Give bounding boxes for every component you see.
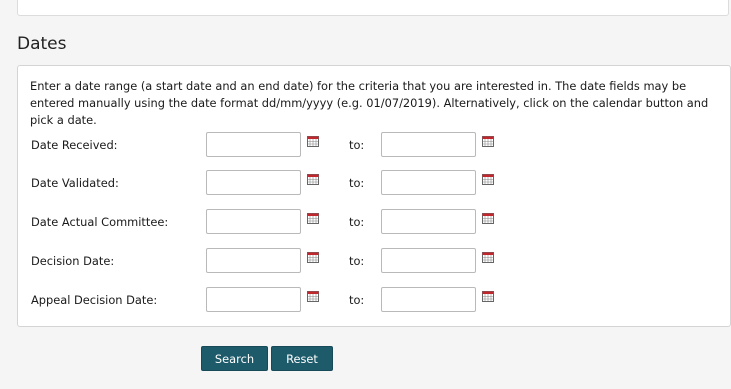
decision-date-from-input[interactable]	[206, 248, 301, 273]
date-received-from-input[interactable]	[206, 132, 301, 157]
instructions-text: Enter a date range (a start date and an …	[30, 79, 709, 127]
previous-section-panel	[17, 0, 729, 16]
appeal-decision-date-label: Appeal Decision Date:	[31, 293, 158, 307]
date-actual-committee-to-input[interactable]	[381, 209, 476, 234]
calendar-icon[interactable]	[482, 136, 494, 147]
to-label: to:	[349, 215, 365, 229]
date-actual-committee-from-input[interactable]	[206, 209, 301, 234]
calendar-icon[interactable]	[482, 291, 494, 302]
decision-date-to-input[interactable]	[381, 248, 476, 273]
date-received-label: Date Received:	[31, 138, 118, 152]
calendar-icon[interactable]	[482, 174, 494, 185]
to-label: to:	[349, 138, 365, 152]
date-validated-from-input[interactable]	[206, 170, 301, 195]
decision-date-label: Decision Date:	[31, 254, 115, 268]
dates-panel: Enter a date range (a start date and an …	[17, 65, 731, 327]
date-validated-label: Date Validated:	[31, 176, 119, 190]
date-actual-committee-label: Date Actual Committee:	[31, 215, 169, 229]
section-title: Dates	[17, 34, 67, 54]
appeal-decision-date-from-input[interactable]	[206, 287, 301, 312]
to-label: to:	[349, 254, 365, 268]
calendar-icon[interactable]	[307, 136, 319, 147]
date-received-to-input[interactable]	[381, 132, 476, 157]
date-actual-committee-row: Date Actual Committee: to:	[18, 209, 730, 235]
decision-date-row: Decision Date: to:	[18, 248, 730, 274]
date-validated-to-input[interactable]	[381, 170, 476, 195]
to-label: to:	[349, 293, 365, 307]
calendar-icon[interactable]	[482, 213, 494, 224]
date-received-row: Date Received: to:	[18, 132, 730, 158]
calendar-icon[interactable]	[307, 213, 319, 224]
search-button[interactable]: Search	[201, 346, 268, 371]
to-label: to:	[349, 176, 365, 190]
appeal-decision-date-row: Appeal Decision Date: to:	[18, 287, 730, 313]
appeal-decision-date-to-input[interactable]	[381, 287, 476, 312]
calendar-icon[interactable]	[307, 291, 319, 302]
calendar-icon[interactable]	[482, 252, 494, 263]
date-validated-row: Date Validated: to:	[18, 170, 730, 196]
calendar-icon[interactable]	[307, 252, 319, 263]
reset-button[interactable]: Reset	[271, 346, 333, 371]
calendar-icon[interactable]	[307, 174, 319, 185]
